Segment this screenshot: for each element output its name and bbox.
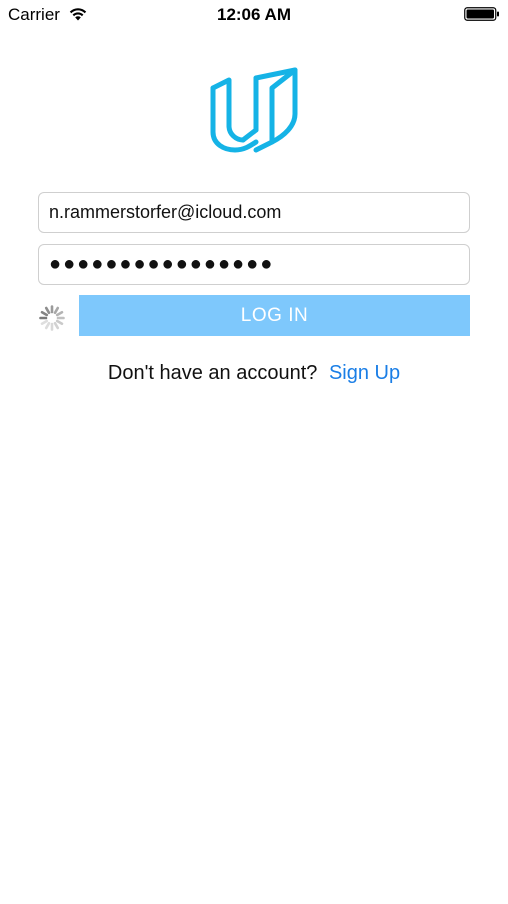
status-bar: Carrier 12:06 AM	[0, 0, 508, 30]
login-button-label: LOG IN	[240, 304, 309, 326]
udacity-logo-icon	[210, 67, 298, 153]
login-button[interactable]: LOG IN	[79, 295, 470, 336]
password-field-value: ●●●●●●●●●●●●●●●●	[49, 253, 275, 275]
spinner-icon	[39, 305, 65, 331]
battery-icon	[464, 7, 499, 21]
login-screen: Carrier 12:06 AM n.rammerstorfer@icloud.…	[0, 0, 508, 904]
email-field[interactable]: n.rammerstorfer@icloud.com	[38, 192, 470, 233]
signup-link[interactable]: Sign Up	[329, 362, 400, 384]
signup-prompt: Don't have an account?	[107, 362, 318, 384]
email-field-value: n.rammerstorfer@icloud.com	[49, 202, 282, 222]
signup-row: Don't have an account? Sign Up	[0, 360, 508, 386]
password-field[interactable]: ●●●●●●●●●●●●●●●●	[38, 244, 470, 285]
clock-time: 12:06 AM	[216, 5, 291, 24]
